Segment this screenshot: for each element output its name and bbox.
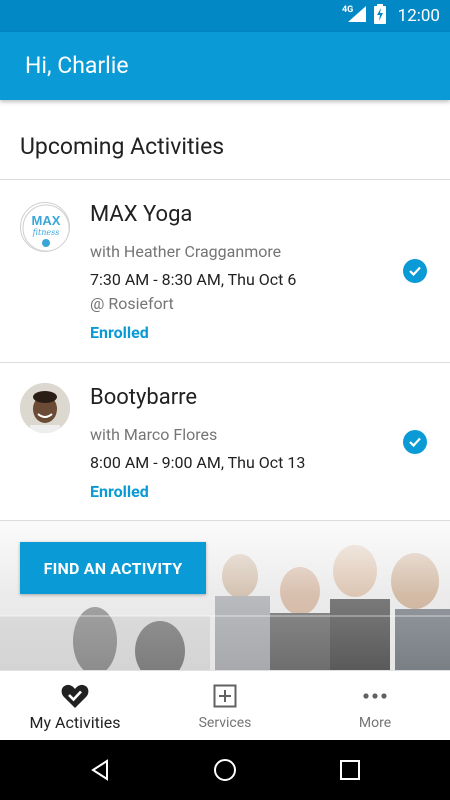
- status-icons: 12:00: [347, 0, 440, 32]
- bottom-navigation: My Activities Services More: [0, 670, 450, 740]
- nav-services[interactable]: Services: [150, 671, 300, 740]
- enrollment-status: Enrolled: [90, 323, 149, 342]
- battery-charging-icon: [373, 4, 386, 28]
- activity-item-max-yoga[interactable]: MAX fitness MAX Yoga with Heather Cragga…: [0, 180, 450, 362]
- activity-title: Bootybarre: [90, 385, 198, 410]
- greeting-title: Hi, Charlie: [25, 52, 129, 79]
- find-activity-button[interactable]: FIND AN ACTIVITY: [20, 542, 206, 594]
- nav-label: Services: [198, 715, 252, 731]
- activity-title: MAX Yoga: [90, 202, 193, 227]
- nav-my-activities[interactable]: My Activities: [0, 671, 150, 740]
- enrolled-check-icon: [403, 259, 427, 283]
- nav-label: My Activities: [29, 713, 121, 732]
- max-fitness-logo: MAX fitness: [20, 202, 70, 252]
- activity-instructor: with Marco Flores: [90, 425, 218, 444]
- signal-icon: [347, 6, 366, 26]
- activity-time: 8:00 AM - 9:00 AM, Thu Oct 13: [90, 453, 306, 472]
- heart-check-icon: [61, 683, 89, 709]
- nav-label: More: [358, 715, 392, 731]
- plus-square-icon: [213, 683, 237, 709]
- more-dots-icon: [363, 683, 387, 709]
- status-bar: 4G 12:00: [0, 0, 450, 32]
- activity-item-bootybarre[interactable]: Bootybarre with Marco Flores 8:00 AM - 9…: [0, 363, 450, 520]
- activity-time: 7:30 AM - 8:30 AM, Thu Oct 6: [90, 270, 297, 289]
- instructor-avatar: [20, 383, 70, 433]
- svg-text:MAX: MAX: [32, 213, 61, 228]
- nav-more[interactable]: More: [300, 671, 450, 740]
- enrollment-status: Enrolled: [90, 482, 149, 501]
- back-icon[interactable]: [88, 758, 112, 782]
- system-nav-bar: [0, 740, 450, 800]
- svg-text:fitness: fitness: [32, 228, 60, 237]
- section-title: Upcoming Activities: [20, 133, 225, 160]
- clock: 12:00: [397, 6, 440, 26]
- enrolled-check-icon: [403, 430, 427, 454]
- activity-location: @ Rosiefort: [90, 294, 174, 313]
- app-bar: Hi, Charlie: [0, 32, 450, 100]
- home-icon[interactable]: [213, 758, 237, 782]
- recents-icon[interactable]: [338, 758, 362, 782]
- activity-instructor: with Heather Cragganmore: [90, 242, 282, 261]
